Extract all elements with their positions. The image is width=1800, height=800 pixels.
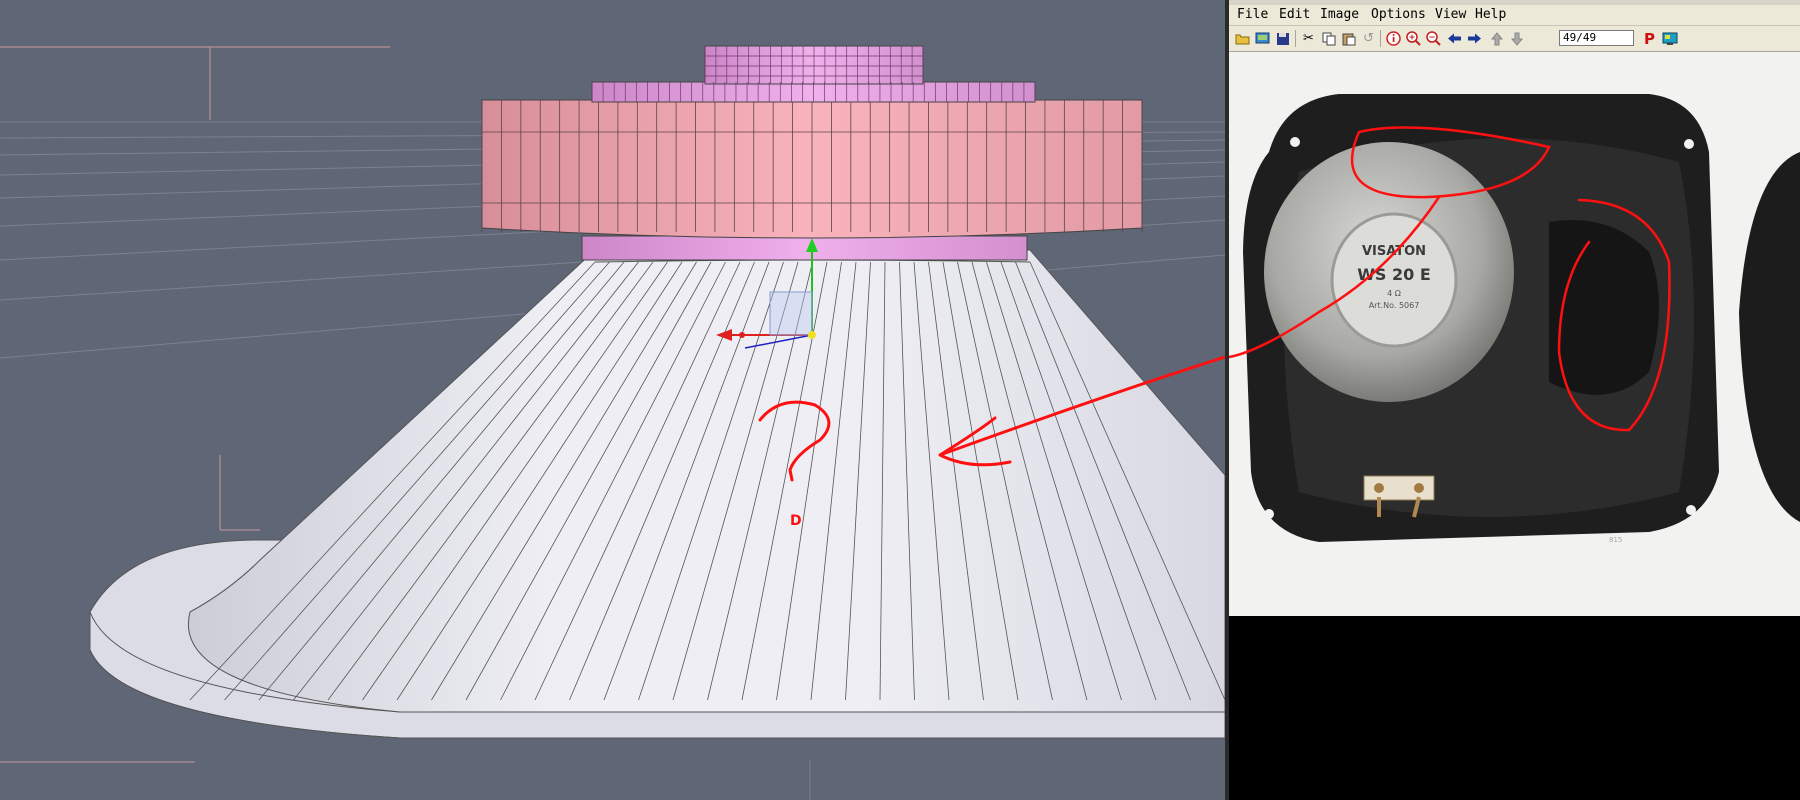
print-icon[interactable]: P xyxy=(1640,29,1659,48)
menu-help[interactable]: Help xyxy=(1475,7,1506,22)
speaker-cone xyxy=(188,249,1225,713)
magnet-ring xyxy=(481,99,1143,239)
viewer-menubar: File Edit Image Options View Help xyxy=(1229,5,1800,26)
pole-plate xyxy=(591,45,1036,103)
small-d-label: D xyxy=(790,513,802,529)
viewer-toolbar: ✂ ↺ 49/49 P xyxy=(1229,26,1800,52)
cut-icon[interactable]: ✂ xyxy=(1299,29,1318,48)
last-icon[interactable] xyxy=(1507,29,1526,48)
page-number-field[interactable]: 49/49 xyxy=(1559,30,1634,46)
screen-icon[interactable] xyxy=(1660,29,1679,48)
copy-icon[interactable] xyxy=(1319,29,1338,48)
3d-viewport[interactable]: D xyxy=(0,0,1225,800)
open-folder-icon[interactable] xyxy=(1233,29,1252,48)
info-icon[interactable] xyxy=(1384,29,1403,48)
image-viewer-window: File Edit Image Options View Help ✂ ↺ 49… xyxy=(1229,0,1800,800)
menu-image[interactable]: Image xyxy=(1320,7,1359,22)
menu-options[interactable]: Options xyxy=(1371,7,1426,22)
undo-icon[interactable]: ↺ xyxy=(1359,29,1378,48)
zoom-in-icon[interactable] xyxy=(1404,29,1423,48)
zoom-out-icon[interactable] xyxy=(1424,29,1443,48)
first-icon[interactable] xyxy=(1487,29,1506,48)
save-icon[interactable] xyxy=(1273,29,1292,48)
second-speaker-edge xyxy=(1739,152,1800,522)
model-label: WS 20 E xyxy=(1357,265,1431,284)
slideshow-icon[interactable] xyxy=(1253,29,1272,48)
speaker-photo: VISATON WS 20 E 4 Ω Art.No. 5067 815 xyxy=(1229,52,1800,616)
magnet-plate xyxy=(581,235,1028,261)
paste-icon[interactable] xyxy=(1339,29,1358,48)
art-no-label: Art.No. 5067 xyxy=(1369,301,1420,310)
frame-marking: 815 xyxy=(1609,536,1622,544)
viewport-canvas[interactable]: D xyxy=(0,0,1225,800)
prev-arrow-icon[interactable] xyxy=(1445,29,1464,48)
menu-view[interactable]: View xyxy=(1435,7,1466,22)
menu-file[interactable]: File xyxy=(1237,7,1268,22)
menu-edit[interactable]: Edit xyxy=(1279,7,1310,22)
ohm-label: 4 Ω xyxy=(1387,289,1401,298)
next-arrow-icon[interactable] xyxy=(1465,29,1484,48)
